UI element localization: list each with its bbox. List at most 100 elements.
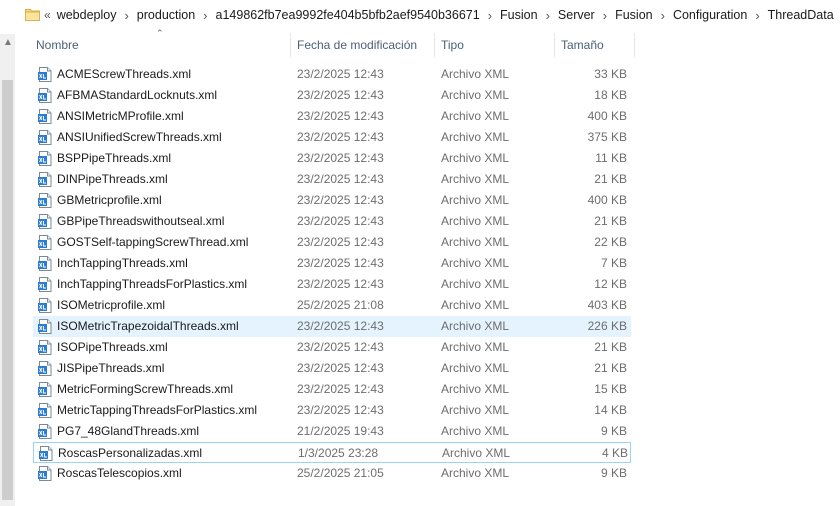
file-name: MetricTappingThreadsForPlastics.xml bbox=[57, 403, 258, 417]
file-size: 21 KB bbox=[594, 340, 627, 354]
breadcrumb-item[interactable]: Configuration bbox=[673, 8, 747, 22]
breadcrumb-separator-icon[interactable]: › bbox=[546, 8, 550, 23]
file-name: DINPipeThreads.xml bbox=[57, 172, 168, 186]
xml-file-icon bbox=[38, 172, 52, 187]
column-divider[interactable] bbox=[634, 33, 635, 57]
file-size: 226 KB bbox=[587, 319, 627, 333]
xml-file-icon bbox=[39, 446, 53, 461]
breadcrumb-item[interactable]: Fusion bbox=[615, 8, 653, 22]
breadcrumb-overflow-button[interactable]: « bbox=[44, 8, 51, 22]
file-row[interactable]: RoscasTelescopios.xml 25/2/2025 21:05 Arch… bbox=[33, 463, 631, 484]
file-date: 23/2/2025 12:43 bbox=[297, 361, 384, 375]
breadcrumb-separator-icon[interactable]: › bbox=[124, 8, 128, 23]
column-header-type[interactable]: Tipo bbox=[441, 33, 464, 57]
file-row[interactable]: RoscasPersonalizadas.xml 1/3/2025 23:28 Ar… bbox=[33, 442, 631, 463]
file-type: Archivo XML bbox=[441, 256, 510, 270]
file-type: Archivo XML bbox=[441, 130, 510, 144]
file-row[interactable]: ANSIMetricMProfile.xml 23/2/2025 12:43 Arc… bbox=[33, 106, 631, 127]
column-divider[interactable] bbox=[290, 33, 291, 57]
file-type: Archivo XML bbox=[441, 277, 510, 291]
file-size: 14 KB bbox=[594, 403, 627, 417]
file-row[interactable]: PG7_48GlandThreads.xml 21/2/2025 19:43 Arc… bbox=[33, 421, 631, 442]
xml-file-icon bbox=[38, 193, 52, 208]
column-divider[interactable] bbox=[554, 33, 555, 57]
file-name: ANSIMetricMProfile.xml bbox=[57, 109, 184, 123]
file-date: 23/2/2025 12:43 bbox=[297, 109, 384, 123]
file-date: 23/2/2025 12:43 bbox=[297, 151, 384, 165]
file-row[interactable]: BSPPipeThreads.xml 23/2/2025 12:43 Archivo… bbox=[33, 148, 631, 169]
file-type: Archivo XML bbox=[441, 319, 510, 333]
file-date: 23/2/2025 12:43 bbox=[297, 193, 384, 207]
file-row[interactable]: ISOMetricprofile.xml 25/2/2025 21:08 Archi… bbox=[33, 295, 631, 316]
file-row[interactable]: GBPipeThreadswithoutseal.xml 23/2/2025 12… bbox=[33, 211, 631, 232]
file-row[interactable]: ACMEScrewThreads.xml 23/2/2025 12:43 Archi… bbox=[33, 64, 631, 85]
file-name: ISOMetricTrapezoidalThreads.xml bbox=[57, 319, 239, 333]
file-type: Archivo XML bbox=[441, 466, 510, 480]
file-type: Archivo XML bbox=[441, 151, 510, 165]
xml-file-icon bbox=[38, 424, 52, 439]
breadcrumb-separator-icon[interactable]: › bbox=[755, 8, 759, 23]
file-name: ISOPipeThreads.xml bbox=[57, 340, 168, 354]
xml-file-icon bbox=[38, 67, 52, 82]
column-header-size[interactable]: Tamaño bbox=[561, 33, 604, 57]
file-row[interactable]: InchTappingThreadsForPlastics.xml 23/2/20… bbox=[33, 274, 631, 295]
breadcrumb-item[interactable]: a149862fb7ea9992fe404b5bfb2aef9540b36671 bbox=[216, 8, 480, 22]
breadcrumb-separator-icon[interactable]: › bbox=[488, 8, 492, 23]
file-name: GBPipeThreadswithoutseal.xml bbox=[57, 214, 225, 228]
nav-pane-scrollbar[interactable]: ▲ bbox=[0, 34, 15, 506]
column-header-date[interactable]: Fecha de modificación bbox=[297, 33, 417, 57]
file-date: 23/2/2025 12:43 bbox=[297, 277, 384, 291]
file-size: 375 KB bbox=[587, 130, 627, 144]
file-type: Archivo XML bbox=[441, 298, 510, 312]
xml-file-icon bbox=[38, 382, 52, 397]
file-type: Archivo XML bbox=[441, 424, 510, 438]
file-type: Archivo XML bbox=[441, 214, 510, 228]
file-size: 21 KB bbox=[594, 172, 627, 186]
breadcrumb-item[interactable]: ThreadData bbox=[768, 8, 834, 22]
file-row[interactable]: MetricFormingScrewThreads.xml 23/2/2025 1… bbox=[33, 379, 631, 400]
file-date: 1/3/2025 23:28 bbox=[298, 446, 379, 460]
file-row[interactable]: ISOMetricTrapezoidalThreads.xml 23/2/2025… bbox=[33, 316, 631, 337]
scroll-up-icon[interactable]: ▲ bbox=[3, 38, 13, 48]
file-date: 23/2/2025 12:43 bbox=[297, 214, 384, 228]
breadcrumb-item[interactable]: Fusion bbox=[500, 8, 538, 22]
file-date: 23/2/2025 12:43 bbox=[297, 319, 384, 333]
file-row[interactable]: ANSIUnifiedScrewThreads.xml 23/2/2025 12:… bbox=[33, 127, 631, 148]
file-name: JISPipeThreads.xml bbox=[57, 361, 165, 375]
file-row[interactable]: InchTappingThreads.xml 23/2/2025 12:43 Arc… bbox=[33, 253, 631, 274]
file-date: 23/2/2025 12:43 bbox=[297, 256, 384, 270]
breadcrumb-separator-icon[interactable]: › bbox=[603, 8, 607, 23]
breadcrumb-item[interactable]: production bbox=[137, 8, 195, 22]
file-date: 23/2/2025 12:43 bbox=[297, 172, 384, 186]
address-bar[interactable]: « webdeploy › production › a149862fb7ea9992f… bbox=[0, 0, 840, 30]
file-row[interactable]: MetricTappingThreadsForPlastics.xml 23/2/… bbox=[33, 400, 631, 421]
file-size: 15 KB bbox=[594, 382, 627, 396]
file-size: 400 KB bbox=[587, 109, 627, 123]
file-row[interactable]: GOSTSelf-tappingScrewThread.xml 23/2/2025… bbox=[33, 232, 631, 253]
file-name: BSPPipeThreads.xml bbox=[57, 151, 172, 165]
breadcrumb-separator-icon[interactable]: › bbox=[661, 8, 665, 23]
column-divider[interactable] bbox=[434, 33, 435, 57]
file-type: Archivo XML bbox=[441, 403, 510, 417]
file-date: 23/2/2025 12:43 bbox=[297, 403, 384, 417]
file-type: Archivo XML bbox=[442, 446, 511, 460]
breadcrumb-item[interactable]: webdeploy bbox=[57, 8, 117, 22]
file-row[interactable]: GBMetricprofile.xml 23/2/2025 12:43 Archiv… bbox=[33, 190, 631, 211]
xml-file-icon bbox=[38, 214, 52, 229]
file-row[interactable]: ISOPipeThreads.xml 23/2/2025 12:43 Archivo… bbox=[33, 337, 631, 358]
breadcrumb-item[interactable]: Server bbox=[558, 8, 595, 22]
xml-file-icon bbox=[38, 130, 52, 145]
sort-up-icon: ⌃ bbox=[156, 28, 164, 38]
scroll-thumb[interactable] bbox=[2, 80, 13, 500]
column-header-name[interactable]: Nombre bbox=[36, 33, 79, 57]
file-name: InchTappingThreads.xml bbox=[57, 256, 188, 270]
file-row[interactable]: DINPipeThreads.xml 23/2/2025 12:43 Archivo… bbox=[33, 169, 631, 190]
file-date: 21/2/2025 19:43 bbox=[297, 424, 384, 438]
file-date: 23/2/2025 12:43 bbox=[297, 340, 384, 354]
xml-file-icon bbox=[38, 256, 52, 271]
file-row[interactable]: AFBMAStandardLocknuts.xml 23/2/2025 12:43… bbox=[33, 85, 631, 106]
file-row[interactable]: JISPipeThreads.xml 23/2/2025 12:43 Archivo… bbox=[33, 358, 631, 379]
file-type: Archivo XML bbox=[441, 235, 510, 249]
file-type: Archivo XML bbox=[441, 382, 510, 396]
breadcrumb-separator-icon[interactable]: › bbox=[203, 8, 207, 23]
